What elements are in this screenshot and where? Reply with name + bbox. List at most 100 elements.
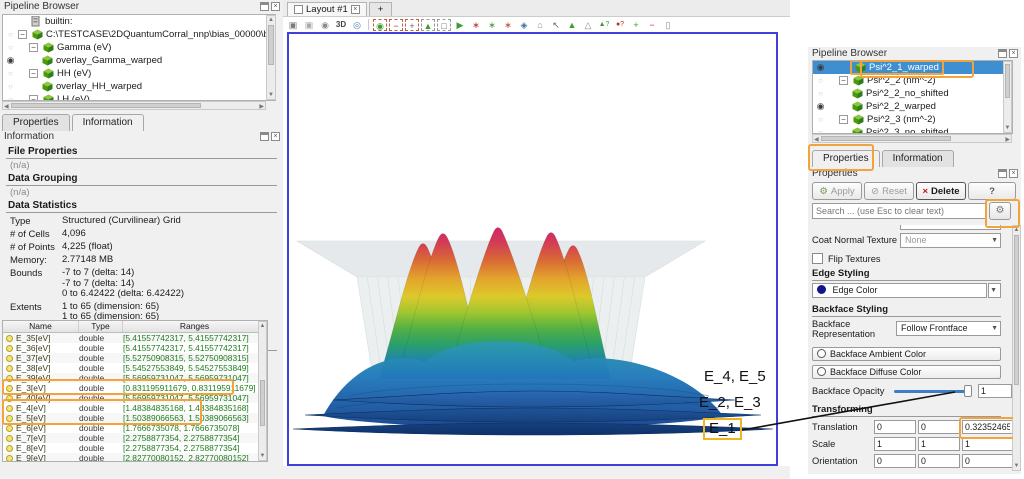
backface-representation-select[interactable]: Follow Frontface▼ bbox=[896, 321, 1001, 336]
table-row-e-7-ev[interactable]: E_7[eV]double[2.2758877354, 2.2758877354… bbox=[3, 433, 267, 443]
visibility-on-icon[interactable]: ◉ bbox=[813, 62, 828, 73]
right-tree-hscrollbar[interactable]: ◀ ▶ bbox=[812, 134, 1012, 143]
add-selection-icon[interactable]: + bbox=[629, 19, 643, 31]
undock-icon[interactable] bbox=[998, 169, 1007, 178]
table-row-e-37-ev[interactable]: E_37[eV]double[5.52750908315, 5.52750908… bbox=[3, 353, 267, 363]
right-tree-vscrollbar[interactable]: ▼ bbox=[1003, 61, 1012, 133]
translation-x-input[interactable] bbox=[874, 420, 916, 434]
visibility-off-icon[interactable]: ○ bbox=[3, 43, 18, 52]
expander-icon[interactable]: − bbox=[29, 43, 38, 52]
pipeline-item-builtin[interactable]: builtin: bbox=[3, 15, 275, 28]
table-header[interactable]: NameTypeRanges bbox=[3, 321, 267, 333]
table-row-e-3-ev[interactable]: E_3[eV]double[0.831195911679, 0.83119591… bbox=[3, 383, 267, 393]
query-cells-icon[interactable]: ▲? bbox=[597, 19, 611, 31]
flip-textures-row[interactable]: Flip Textures bbox=[812, 253, 1001, 264]
pipeline-item-hh-ev[interactable]: ○−HH (eV) bbox=[3, 67, 275, 80]
table-row-e-8-ev[interactable]: E_8[eV]double[2.2758877354, 2.2758877354… bbox=[3, 443, 267, 453]
table-row-e-4-ev[interactable]: E_4[eV]double[1.48384835168, 1.483848351… bbox=[3, 403, 267, 413]
trash-icon[interactable]: ▯ bbox=[661, 19, 675, 31]
scroll-left-icon[interactable]: ◀ bbox=[4, 103, 9, 110]
pipeline-item-c-testcase-2dquantumcorral-nnp-bias-00000-bandedges-vtr[interactable]: ○−C:\TESTCASE\2DQuantumCorral_nnp\bias_0… bbox=[3, 28, 275, 41]
left-tree-hscrollbar[interactable]: ◀ ▶ bbox=[2, 101, 266, 110]
select-through-icon[interactable]: △ bbox=[581, 19, 595, 31]
edge-color-button[interactable]: Edge Color bbox=[812, 283, 987, 298]
visibility-on-icon[interactable]: ◉ bbox=[3, 55, 18, 66]
backface-opacity-slider[interactable] bbox=[894, 390, 972, 393]
zoom-to-box-icon[interactable]: □ bbox=[437, 19, 451, 31]
query-points-icon[interactable]: ●? bbox=[613, 19, 627, 31]
pipeline-item-gamma-ev[interactable]: ○−Gamma (eV) bbox=[3, 41, 275, 54]
visibility-off-icon[interactable]: ○ bbox=[813, 89, 828, 98]
visibility-off-icon[interactable]: ○ bbox=[3, 82, 18, 91]
select-surface-icon[interactable]: ▲ bbox=[565, 19, 579, 31]
right-pipeline-tree[interactable]: ◉Psi^2_1_warped○−Psi^2_2 (nm^-2)○Psi^2_2… bbox=[812, 60, 1013, 134]
edge-color-dropdown[interactable]: ▼ bbox=[988, 283, 1001, 298]
apply-button[interactable]: ⚙Apply bbox=[812, 182, 862, 200]
reset-button[interactable]: ⊘Reset bbox=[864, 182, 914, 200]
undock-icon[interactable] bbox=[260, 2, 269, 11]
gear-button[interactable]: ⚙ bbox=[989, 202, 1011, 220]
column-header-type[interactable]: Type bbox=[79, 321, 123, 332]
visibility-off-icon[interactable]: ○ bbox=[813, 115, 828, 124]
scroll-left-icon[interactable]: ◀ bbox=[814, 136, 819, 143]
scroll-down-icon[interactable]: ▼ bbox=[1004, 124, 1011, 132]
tab-left-information[interactable]: Information bbox=[72, 114, 144, 131]
pipeline-item-psi-2-3-no-shifted[interactable]: ○Psi^2_3_no_shifted bbox=[813, 126, 1012, 134]
visibility-off-icon[interactable]: ○ bbox=[3, 69, 18, 78]
subtract-selection-icon[interactable]: − bbox=[645, 19, 659, 31]
flip-textures-checkbox[interactable] bbox=[812, 253, 823, 264]
data-arrays-table[interactable]: NameTypeRangesE_35[eV]double[5.415577423… bbox=[2, 320, 268, 462]
expander-icon[interactable]: − bbox=[839, 115, 848, 124]
scroll-right-icon[interactable]: ▶ bbox=[1005, 136, 1010, 143]
table-row-e-39-ev[interactable]: E_39[eV]double[5.56959731047, 5.56959731… bbox=[3, 373, 267, 383]
rubber-band-select-icon[interactable]: ▶ bbox=[453, 19, 467, 31]
translation-z-input[interactable] bbox=[962, 420, 1013, 434]
scroll-up-icon[interactable]: ▲ bbox=[1013, 226, 1020, 234]
backface-ambient-color-button[interactable]: Backface Ambient Color bbox=[812, 347, 1001, 361]
toggle-2d3d-icon[interactable]: 3D bbox=[334, 19, 348, 31]
undock-icon[interactable] bbox=[998, 49, 1007, 58]
orientation-x-input[interactable] bbox=[874, 454, 916, 468]
select-points-icon[interactable]: ∗ bbox=[469, 19, 483, 31]
pipeline-item-overlay-hh-warped[interactable]: ○overlay_HH_warped bbox=[3, 80, 275, 93]
table-row-e-40-ev[interactable]: E_40[eV]double[5.56959731047, 5.56959731… bbox=[3, 393, 267, 403]
table-row-e-38-ev[interactable]: E_38[eV]double[5.54527553849, 5.54527553… bbox=[3, 363, 267, 373]
left-pipeline-tree[interactable]: builtin:○−C:\TESTCASE\2DQuantumCorral_nn… bbox=[2, 14, 276, 101]
coat-normal-texture-select[interactable]: None▼ bbox=[900, 233, 1001, 248]
slider-handle[interactable] bbox=[964, 385, 972, 397]
backface-opacity-input[interactable] bbox=[978, 384, 1012, 398]
tab-right-information[interactable]: Information bbox=[882, 150, 954, 167]
capture-screenshot-icon[interactable]: ◉ bbox=[318, 19, 332, 31]
expander-icon[interactable]: − bbox=[29, 69, 38, 78]
reset-camera-direction-icon[interactable]: ▣ bbox=[302, 19, 316, 31]
close-icon[interactable]: × bbox=[271, 132, 280, 141]
delete-button[interactable]: ×Delete bbox=[916, 182, 966, 200]
table-row-e-6-ev[interactable]: E_6[eV]double[1.7666735078, 1.7666735078… bbox=[3, 423, 267, 433]
expander-icon[interactable]: − bbox=[18, 30, 27, 39]
close-tab-icon[interactable]: × bbox=[351, 5, 360, 14]
table-row-e-35-ev[interactable]: E_35[eV]double[5.41557742317, 5.41557742… bbox=[3, 333, 267, 343]
close-icon[interactable]: × bbox=[271, 2, 280, 11]
backface-diffuse-color-button[interactable]: Backface Diffuse Color bbox=[812, 365, 1001, 379]
scale-x-input[interactable] bbox=[874, 437, 916, 451]
column-header-name[interactable]: Name bbox=[3, 321, 79, 332]
reset-center-icon[interactable]: ▲ bbox=[421, 19, 435, 31]
pipeline-item-psi-2-3-nm-2[interactable]: ○−Psi^2_3 (nm^-2) bbox=[813, 113, 1012, 126]
close-icon[interactable]: × bbox=[1009, 169, 1018, 178]
select-frustum-icon[interactable]: ∗ bbox=[501, 19, 515, 31]
scale-z-input[interactable] bbox=[962, 437, 1013, 451]
help-button[interactable]: ? bbox=[968, 182, 1016, 200]
visibility-off-icon[interactable]: ○ bbox=[813, 76, 828, 85]
pipeline-item-lh-ev[interactable]: ○−LH (eV) bbox=[3, 93, 275, 101]
pipeline-item-psi-2-2-warped[interactable]: ◉Psi^2_2_warped bbox=[813, 100, 1012, 113]
tab-left-properties[interactable]: Properties bbox=[2, 114, 70, 131]
select-cells-icon[interactable]: ∗ bbox=[485, 19, 499, 31]
pipeline-item-psi-2-1-warped[interactable]: ◉Psi^2_1_warped bbox=[813, 61, 1012, 74]
translation-y-input[interactable] bbox=[918, 420, 960, 434]
table-vscrollbar[interactable]: ▲ ▼ bbox=[258, 321, 267, 461]
orientation-z-input[interactable] bbox=[962, 454, 1013, 468]
scale-y-input[interactable] bbox=[918, 437, 960, 451]
zoom-to-data-icon[interactable]: ◎ bbox=[350, 19, 364, 31]
visibility-off-icon[interactable]: ○ bbox=[3, 30, 18, 39]
show-center-icon[interactable]: ◉ bbox=[373, 19, 387, 31]
